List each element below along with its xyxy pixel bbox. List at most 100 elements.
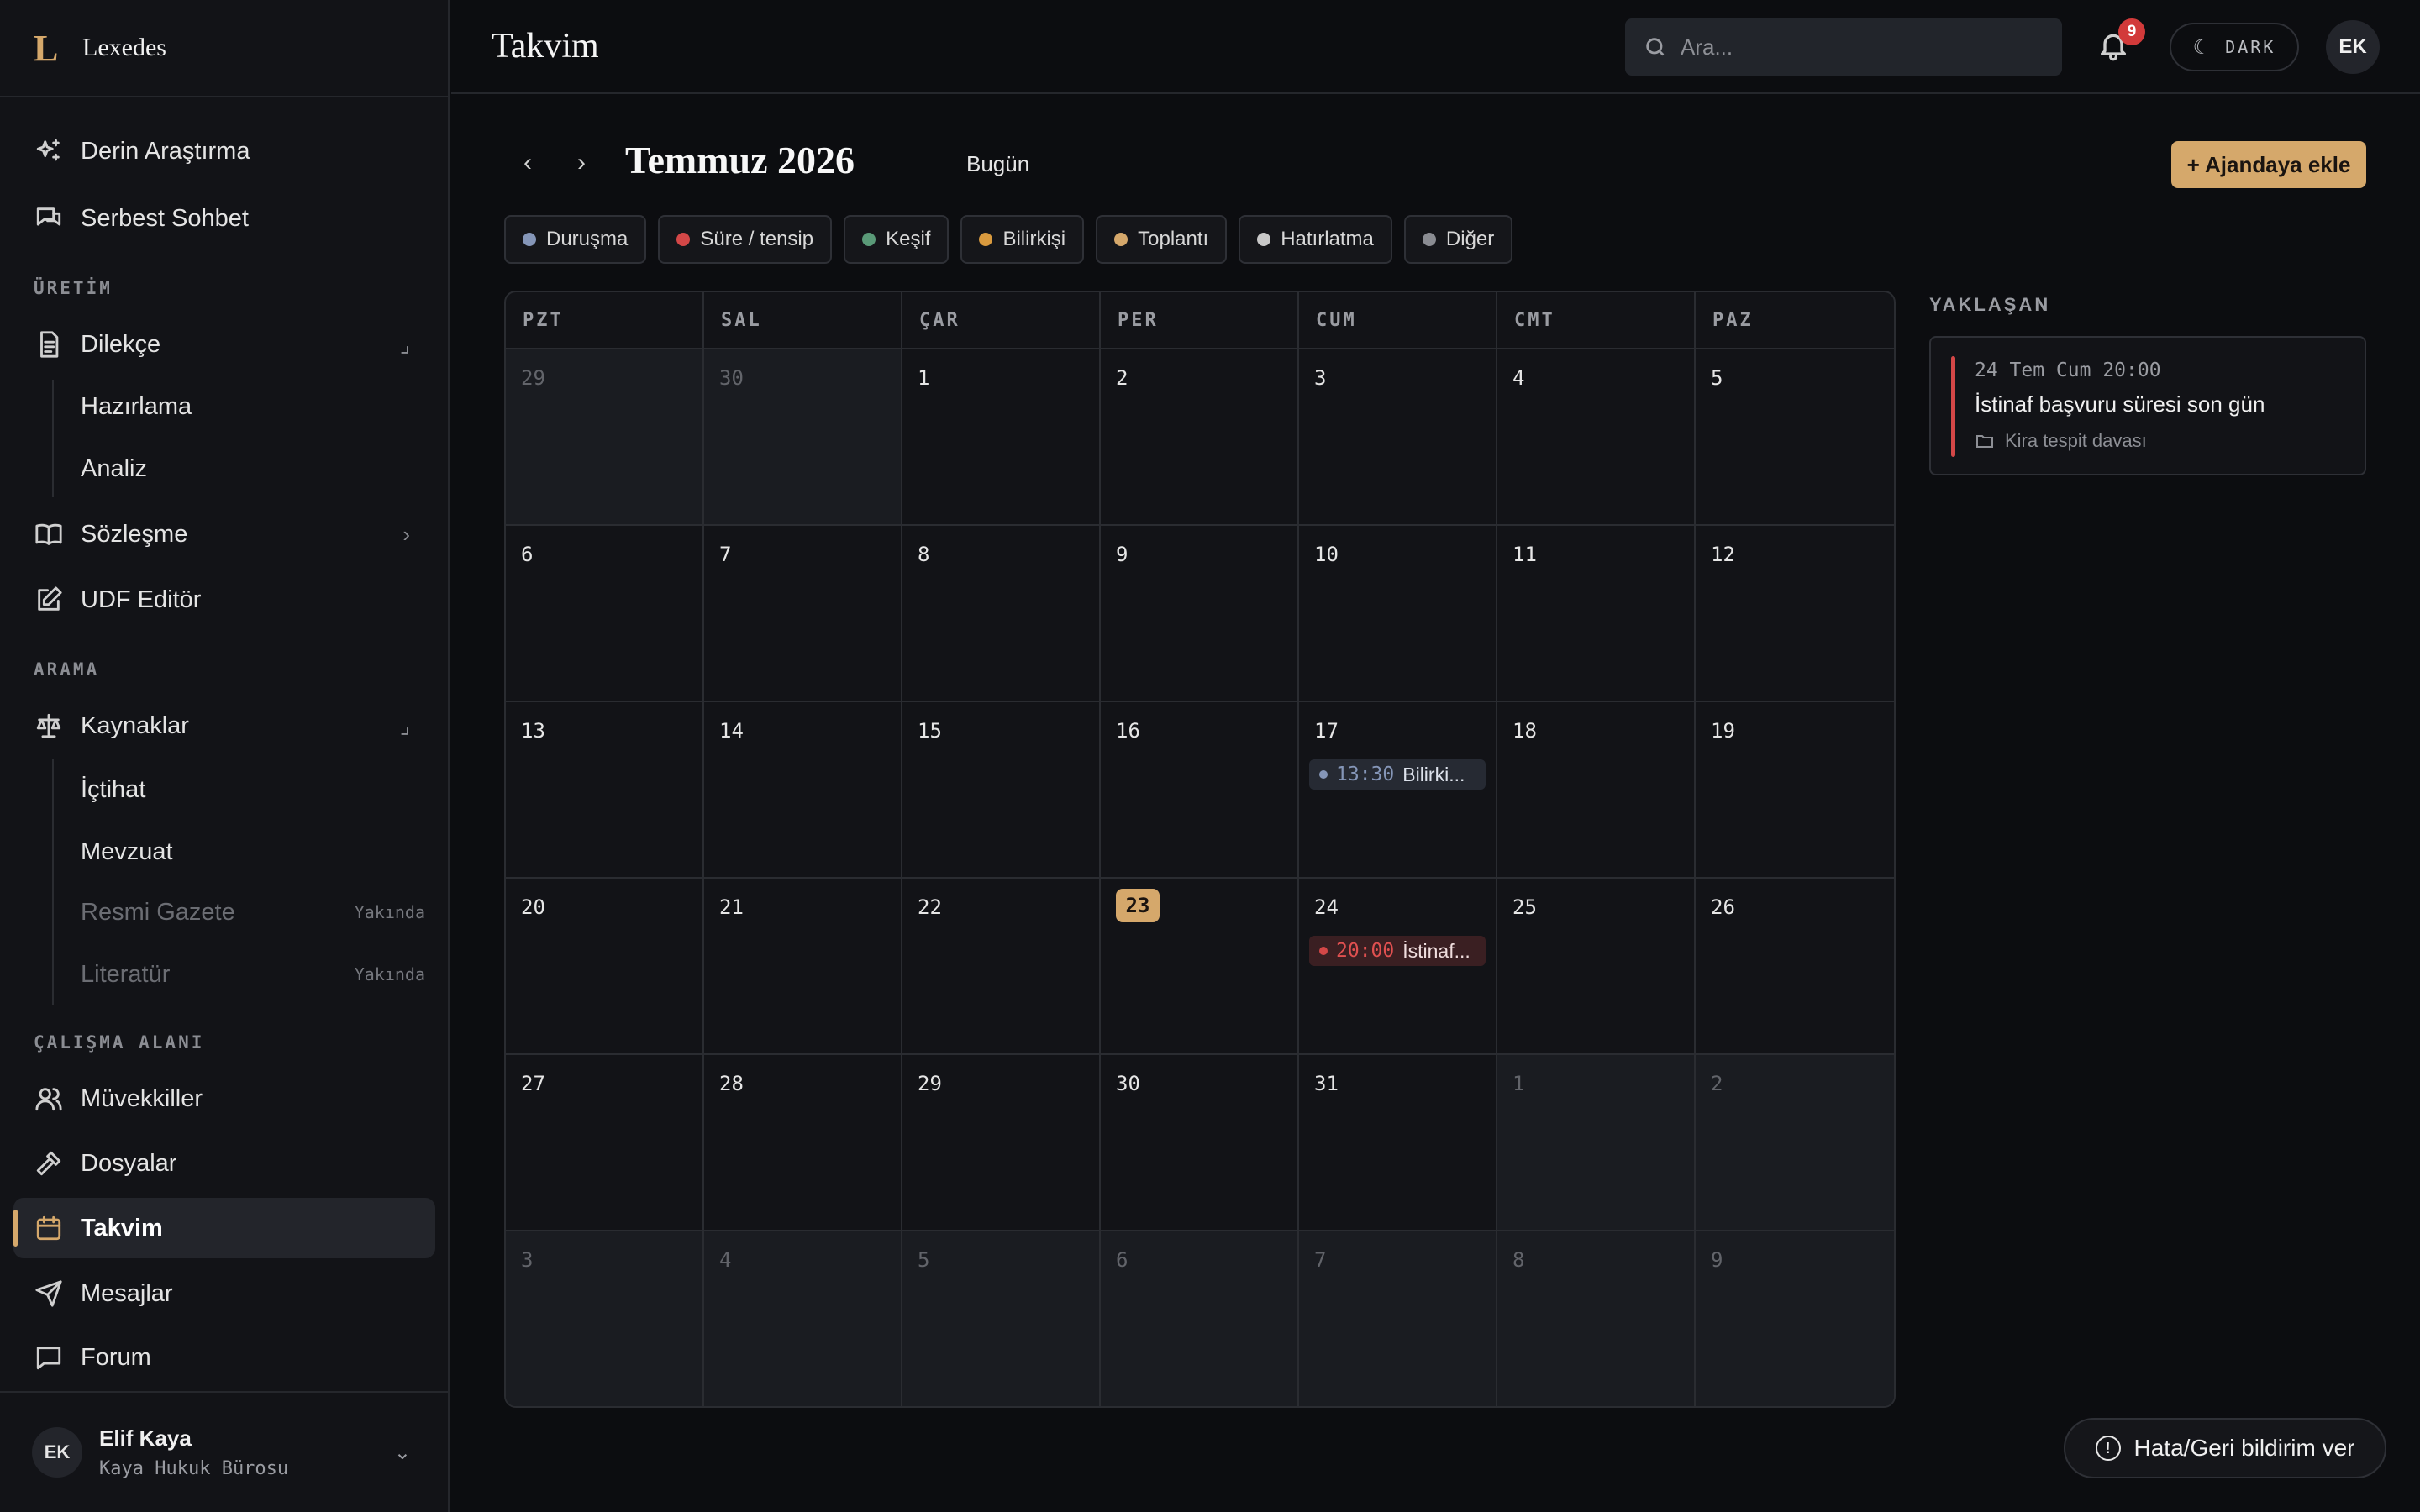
calendar-day[interactable]: 8 [1497, 1231, 1696, 1406]
calendar-day[interactable]: 5 [1696, 349, 1894, 526]
calendar-day[interactable]: 28 [704, 1055, 902, 1231]
day-number: 9 [1116, 543, 1128, 566]
sparkles-icon [32, 134, 66, 168]
calendar-day[interactable]: 3 [1299, 349, 1497, 526]
calendar-day[interactable]: 9 [1696, 1231, 1894, 1406]
avatar[interactable]: EK [2326, 20, 2380, 74]
calendar-day[interactable]: 25 [1497, 879, 1696, 1055]
legend-chip[interactable]: Diğer [1403, 215, 1513, 264]
calendar-day[interactable]: 4 [1497, 349, 1696, 526]
search-box[interactable] [1625, 18, 2062, 76]
sidebar-subitem-ictihat[interactable]: İçtihat [81, 764, 425, 815]
calendar-day[interactable]: 18 [1497, 702, 1696, 879]
chevron-down-icon: ⌟ [399, 712, 410, 738]
day-number: 26 [1711, 895, 1735, 919]
day-number: 19 [1711, 719, 1735, 743]
legend-dot [1422, 233, 1436, 246]
sidebar-item-dosyalar[interactable]: Dosyalar [13, 1133, 435, 1194]
legend-chip[interactable]: Hatırlatma [1239, 215, 1392, 264]
sidebar-item-forum[interactable]: Forum [13, 1327, 435, 1388]
upcoming-event-card[interactable]: 24 Tem Cum 20:00 İstinaf başvuru süresi … [1929, 336, 2366, 475]
calendar-day[interactable]: 10 [1299, 526, 1497, 702]
calendar-event[interactable]: 20:00 İstinaf... [1309, 936, 1486, 966]
sidebar-item-takvim[interactable]: Takvim [13, 1198, 435, 1258]
sidebar-subitem-analiz[interactable]: Analiz [81, 444, 425, 494]
calendar-day[interactable]: 19 [1696, 702, 1894, 879]
user-org: Kaya Hukuk Bürosu [99, 1458, 289, 1479]
event-type-legend: Duruşma Süre / tensip Keşif Bilirkişi Toplan… [504, 215, 1524, 264]
calendar-day[interactable]: 14 [704, 702, 902, 879]
prev-month-button[interactable]: ‹ [511, 146, 544, 180]
sidebar-item-sozlesme[interactable]: Sözleşme › [13, 504, 435, 564]
legend-chip[interactable]: Duruşma [504, 215, 647, 264]
sidebar-item-mesajlar[interactable]: Mesajlar [13, 1263, 435, 1324]
calendar-day[interactable]: 16 [1101, 702, 1299, 879]
calendar-day[interactable]: 9 [1101, 526, 1299, 702]
calendar-day[interactable]: 31 [1299, 1055, 1497, 1231]
brand[interactable]: L Lexedes [0, 0, 448, 97]
month-calendar: PZT SAL ÇAR PER CUM CMT PAZ 29 30 1 2 3 4 5 6 7 8 9 10 11 1… [504, 291, 1896, 1408]
calendar-day[interactable]: 2 [1101, 349, 1299, 526]
legend-chip[interactable]: Keşif [844, 215, 950, 264]
sidebar-item-derin-arastirma[interactable]: Derin Araştırma [13, 121, 435, 181]
legend-label: Hatırlatma [1281, 228, 1374, 250]
calendar-day[interactable]: 20 [506, 879, 704, 1055]
calendar-day[interactable]: 2 [1696, 1055, 1894, 1231]
next-month-button[interactable]: › [565, 146, 598, 180]
legend-dot [862, 233, 876, 246]
day-number: 6 [521, 543, 534, 566]
calendar-day[interactable]: 22 [902, 879, 1101, 1055]
calendar-day[interactable]: 8 [902, 526, 1101, 702]
page-title: Takvim [492, 27, 599, 66]
user-menu[interactable]: EK Elif Kaya Kaya Hukuk Bürosu ⌄ [0, 1391, 448, 1512]
section-label-uretim: ÜRETİM [34, 278, 113, 298]
sidebar-item-udf-editor[interactable]: UDF Editör [13, 570, 435, 630]
theme-toggle[interactable]: ☾ DARK [2170, 23, 2299, 71]
chevron-down-icon: ⌟ [399, 331, 410, 357]
day-number: 16 [1116, 719, 1140, 743]
legend-chip[interactable]: Bilirkişi [960, 215, 1085, 264]
feedback-button[interactable]: ! Hata/Geri bildirim ver [2064, 1418, 2386, 1478]
add-to-agenda-button[interactable]: + Ajandaya ekle [2171, 141, 2366, 188]
sidebar-item-dilekce[interactable]: Dilekçe ⌟ [13, 314, 435, 375]
calendar-event[interactable]: 13:30 Bilirki... [1309, 759, 1486, 790]
day-number: 25 [1512, 895, 1537, 919]
legend-label: Toplantı [1138, 228, 1209, 250]
calendar-day[interactable]: 21 [704, 879, 902, 1055]
calendar-day[interactable]: 30 [704, 349, 902, 526]
legend-chip[interactable]: Süre / tensip [658, 215, 833, 264]
today-button[interactable]: Bugün [966, 151, 1029, 177]
calendar-day[interactable]: 5 [902, 1231, 1101, 1406]
calendar-day-today[interactable]: 23 [1101, 879, 1299, 1055]
calendar-day[interactable]: 6 [506, 526, 704, 702]
calendar-day[interactable]: 13 [506, 702, 704, 879]
search-input[interactable] [1681, 34, 2033, 60]
calendar-day[interactable]: 1 [1497, 1055, 1696, 1231]
calendar-day[interactable]: 26 [1696, 879, 1894, 1055]
sidebar-subitem-hazirlama[interactable]: Hazırlama [81, 381, 425, 432]
calendar-day[interactable]: 7 [1299, 1231, 1497, 1406]
legend-chip[interactable]: Toplantı [1096, 215, 1228, 264]
calendar-day[interactable]: 6 [1101, 1231, 1299, 1406]
sidebar-item-kaynaklar[interactable]: Kaynaklar ⌟ [13, 696, 435, 756]
notifications-button[interactable]: 9 [2096, 18, 2145, 67]
sidebar-item-serbest-sohbet[interactable]: Serbest Sohbet [13, 188, 435, 249]
sidebar-item-label: UDF Editör [81, 585, 202, 613]
sidebar-item-muvekkiller[interactable]: Müvekkiller [13, 1068, 435, 1129]
calendar-day[interactable]: 29 [902, 1055, 1101, 1231]
calendar-day[interactable]: 30 [1101, 1055, 1299, 1231]
day-number: 2 [1116, 366, 1128, 390]
calendar-day[interactable]: 17 13:30 Bilirki... [1299, 702, 1497, 879]
calendar-day[interactable]: 4 [704, 1231, 902, 1406]
calendar-day[interactable]: 1 [902, 349, 1101, 526]
sidebar-subitem-mevzuat[interactable]: Mevzuat [81, 827, 425, 877]
calendar-day[interactable]: 12 [1696, 526, 1894, 702]
calendar-day[interactable]: 27 [506, 1055, 704, 1231]
calendar-day[interactable]: 3 [506, 1231, 704, 1406]
calendar-day[interactable]: 29 [506, 349, 704, 526]
calendar-day[interactable]: 7 [704, 526, 902, 702]
calendar-day[interactable]: 24 20:00 İstinaf... [1299, 879, 1497, 1055]
calendar-day[interactable]: 15 [902, 702, 1101, 879]
day-number: 12 [1711, 543, 1735, 566]
calendar-day[interactable]: 11 [1497, 526, 1696, 702]
